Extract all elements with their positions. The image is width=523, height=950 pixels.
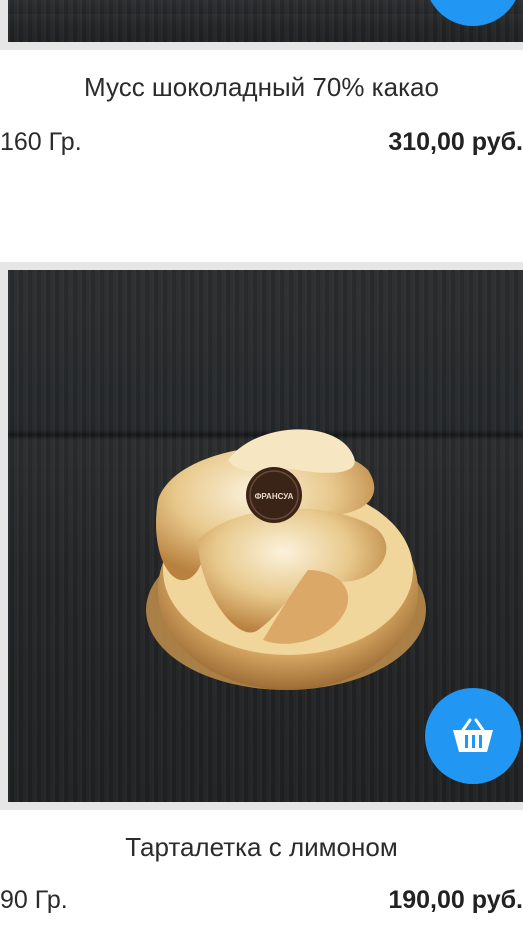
product-image[interactable]: ФРАНСУА <box>8 270 523 802</box>
product-price: 310,00 руб. <box>388 128 523 156</box>
product-card: Мусс шоколадный 70% какао 160 Гр. 310,00… <box>0 0 523 250</box>
basket-icon <box>453 718 493 752</box>
product-weight: 90 Гр. <box>0 886 68 914</box>
product-title[interactable]: Мусс шоколадный 70% какао <box>0 72 523 103</box>
product-card: ФРАНСУА Тарталетка с лимоном 90 Гр. 190,… <box>0 262 523 950</box>
product-image-frame: ФРАНСУА <box>0 262 523 810</box>
add-to-cart-button[interactable] <box>425 688 521 784</box>
product-title[interactable]: Тарталетка с лимоном <box>0 832 523 863</box>
chocolate-badge-text: ФРАНСУА <box>255 492 294 501</box>
product-price: 190,00 руб. <box>388 886 523 914</box>
product-weight: 160 Гр. <box>0 128 82 156</box>
